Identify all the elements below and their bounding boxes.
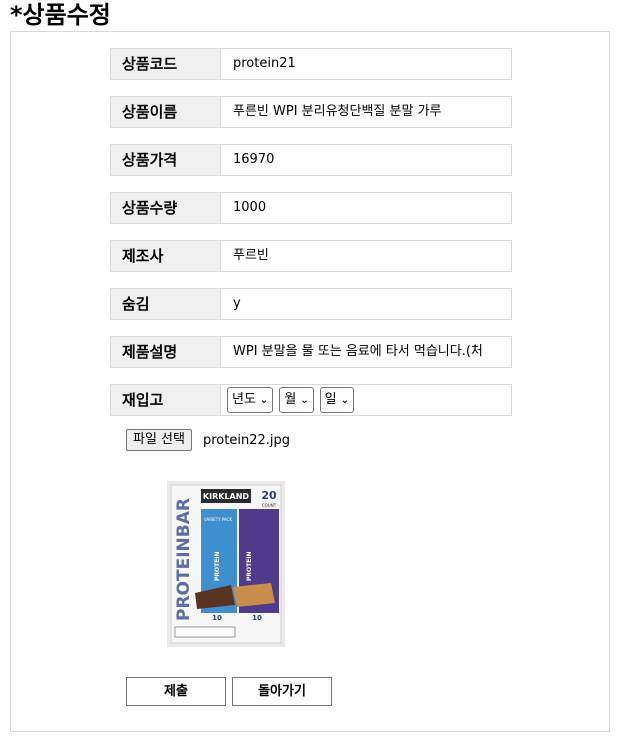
description-label: 제품설명 [111,337,221,367]
year-select-value: 년도 [232,392,256,407]
product-quantity-label: 상품수량 [111,193,221,223]
page-title: *상품수정 [10,1,111,29]
manufacturer-field[interactable]: 푸르빈 [221,241,511,271]
day-select-value: 일 [324,392,337,407]
row-product-quantity: 상품수량 1000 [110,192,512,224]
row-product-name: 상품이름 푸른빈 WPI 분리유청단백질 분말 가루 [110,96,512,128]
row-product-price: 상품가격 16970 [110,144,512,176]
product-image-vertical-label: PROTEINBAR [174,498,194,621]
product-name-label: 상품이름 [111,97,221,127]
year-select[interactable]: 년도 ⌄ [227,387,274,413]
row-product-code: 상품코드 protein21 [110,48,512,80]
product-price-field[interactable]: 16970 [221,145,511,175]
product-image-variety: VARIETY PACK [204,517,232,522]
chevron-down-icon: ⌄ [259,395,269,406]
hidden-label: 숨김 [111,289,221,319]
chevron-down-icon: ⌄ [300,395,309,406]
manufacturer-label: 제조사 [111,241,221,271]
product-image-preview: PROTEINBAR KIRKLAND 20 COUNT VARIETY PAC… [167,481,285,647]
restock-selects: 년도 ⌄ 월 ⌄ 일 ⌄ [221,385,511,415]
product-image-count-label: COUNT [262,503,277,508]
day-select[interactable]: 일 ⌄ [319,387,355,413]
row-restock: 재입고 년도 ⌄ 월 ⌄ 일 ⌄ [110,384,512,416]
product-quantity-field[interactable]: 1000 [221,193,511,223]
submit-button[interactable]: 제출 [126,677,226,706]
product-code-field[interactable]: protein21 [221,49,511,79]
month-select[interactable]: 월 ⌄ [279,387,314,413]
file-select-button[interactable]: 파일 선택 [126,429,192,451]
product-price-label: 상품가격 [111,145,221,175]
restock-label: 재입고 [111,385,221,415]
form-frame [10,31,610,732]
description-field[interactable]: WPI 분말을 물 또는 음료에 타서 먹습니다.(처 [221,337,511,367]
file-name: protein22.jpg [203,433,291,448]
product-image-brand: KIRKLAND [203,492,250,501]
product-image-bar-left: PROTEIN [214,551,221,581]
product-image-left-count: 10 [212,614,222,622]
product-image-bar-right: PROTEIN [246,551,253,581]
product-image-count: 20 [261,489,277,502]
row-description: 제품설명 WPI 분말을 물 또는 음료에 타서 먹습니다.(처 [110,336,512,368]
product-image-right-count: 10 [252,614,262,622]
month-select-value: 월 [284,392,297,407]
product-name-field[interactable]: 푸른빈 WPI 분리유청단백질 분말 가루 [221,97,511,127]
back-button[interactable]: 돌아가기 [232,677,332,706]
hidden-field[interactable]: y [221,289,511,319]
product-code-label: 상품코드 [111,49,221,79]
row-hidden: 숨김 y [110,288,512,320]
row-manufacturer: 제조사 푸르빈 [110,240,512,272]
chevron-down-icon: ⌄ [340,395,350,406]
